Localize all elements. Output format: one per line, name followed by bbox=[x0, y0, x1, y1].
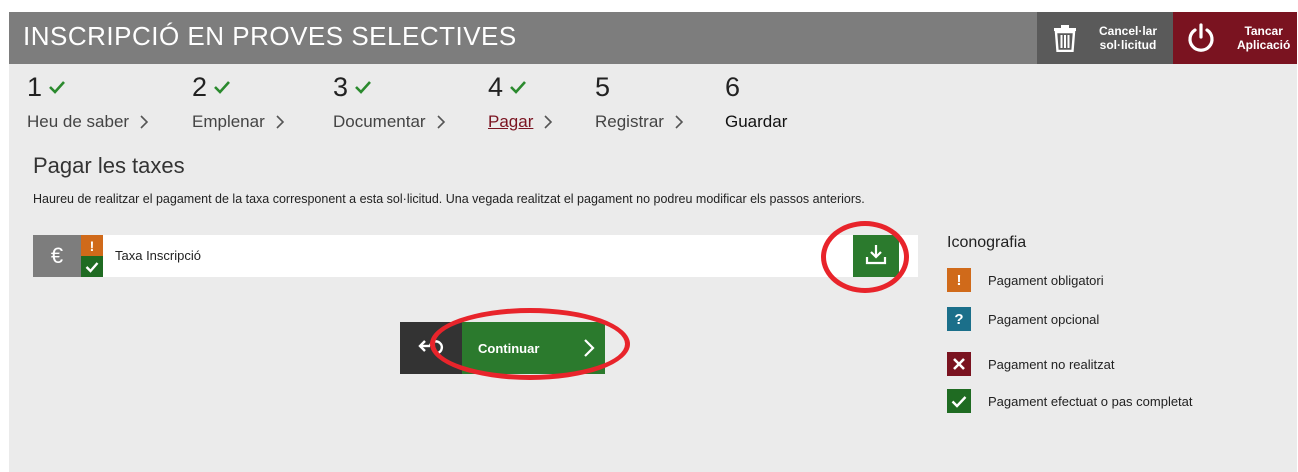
step-number: 5 bbox=[595, 71, 611, 102]
chevron-right-icon bbox=[543, 114, 553, 130]
check-icon bbox=[213, 80, 231, 94]
step-4[interactable]: 4 Pagar bbox=[488, 70, 553, 132]
legend-label: Pagament obligatori bbox=[988, 272, 1104, 288]
chevron-right-icon bbox=[139, 114, 149, 130]
mandatory-payment-icon: ! bbox=[81, 235, 103, 256]
check-icon bbox=[947, 389, 971, 413]
step-number: 3 bbox=[333, 71, 349, 102]
legend-label: Pagament opcional bbox=[988, 311, 1100, 327]
check-icon bbox=[81, 256, 103, 277]
download-icon bbox=[864, 242, 888, 271]
app-title: INSCRIPCIÓ EN PROVES SELECTIVES bbox=[23, 21, 517, 51]
legend-label: Pagament efectuat o pas completat bbox=[988, 393, 1193, 409]
step-3[interactable]: 3 Documentar bbox=[333, 70, 446, 132]
cancel-request-label: Cancel·lar sol·licitud bbox=[1099, 24, 1158, 52]
fee-label: Taxa Inscripció bbox=[115, 248, 201, 263]
legend: Iconografia ! Pagament obligatori ? Paga… bbox=[947, 234, 1193, 413]
euro-icon: € bbox=[33, 235, 81, 277]
question-icon: ? bbox=[947, 307, 971, 331]
legend-title: Iconografia bbox=[947, 234, 1027, 251]
continue-label: Continuar bbox=[478, 340, 540, 356]
legend-label: Pagament no realitzat bbox=[988, 356, 1115, 372]
download-button[interactable] bbox=[853, 235, 899, 277]
chevron-right-icon bbox=[436, 114, 446, 130]
app-header: INSCRIPCIÓ EN PROVES SELECTIVES Cancel·l… bbox=[9, 12, 1297, 64]
fee-status: ! bbox=[81, 235, 103, 277]
legend-item-mandatory: ! Pagament obligatori bbox=[947, 268, 1104, 292]
step-label: Guardar bbox=[725, 112, 788, 131]
continue-button[interactable]: Continuar bbox=[462, 322, 605, 374]
cancel-request-button[interactable]: Cancel·lar sol·licitud bbox=[1037, 12, 1173, 64]
cross-icon bbox=[947, 352, 971, 376]
step-number: 4 bbox=[488, 71, 504, 102]
legend-item-optional: ? Pagament opcional bbox=[947, 307, 1099, 331]
step-2[interactable]: 2 Emplenar bbox=[192, 70, 285, 132]
chevron-right-icon bbox=[583, 337, 595, 364]
step-label: Heu de saber bbox=[27, 112, 130, 131]
step-6[interactable]: 6 Guardar bbox=[725, 70, 787, 132]
trash-icon bbox=[1043, 24, 1087, 52]
back-arrow-icon bbox=[416, 335, 446, 362]
legend-item-not-done: Pagament no realitzat bbox=[947, 352, 1114, 376]
step-number: 2 bbox=[192, 71, 208, 102]
back-button[interactable] bbox=[400, 322, 462, 374]
step-label: Documentar bbox=[333, 112, 426, 131]
step-label: Registrar bbox=[595, 112, 664, 131]
close-app-button[interactable]: Tancar Aplicació bbox=[1173, 12, 1297, 64]
section-description: Haureu de realitzar el pagament de la ta… bbox=[33, 192, 865, 206]
step-label: Emplenar bbox=[192, 112, 265, 131]
step-5[interactable]: 5 Registrar bbox=[595, 70, 684, 132]
check-icon bbox=[354, 80, 372, 94]
exclamation-icon: ! bbox=[947, 268, 971, 292]
step-label: Pagar bbox=[488, 112, 534, 131]
section-title: Pagar les taxes bbox=[33, 153, 185, 178]
close-app-label: Tancar Aplicació bbox=[1237, 24, 1291, 52]
step-number: 1 bbox=[27, 71, 43, 102]
step-1[interactable]: 1 Heu de saber bbox=[27, 70, 149, 132]
fee-row: € ! Taxa Inscripció bbox=[33, 235, 918, 277]
step-number: 6 bbox=[725, 71, 741, 102]
chevron-right-icon bbox=[275, 114, 285, 130]
power-icon bbox=[1179, 23, 1223, 53]
legend-item-done: Pagament efectuat o pas completat bbox=[947, 389, 1193, 413]
check-icon bbox=[48, 80, 66, 94]
page: INSCRIPCIÓ EN PROVES SELECTIVES Cancel·l… bbox=[9, 12, 1297, 472]
chevron-right-icon bbox=[674, 114, 684, 130]
check-icon bbox=[509, 80, 527, 94]
